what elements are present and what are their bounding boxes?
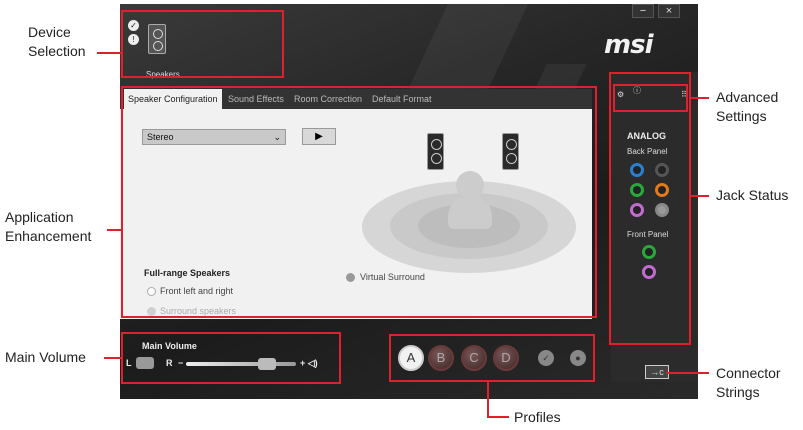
advanced-settings-leader	[691, 97, 709, 99]
jack-status-leader	[691, 195, 709, 197]
advanced-settings-callout: Advanced Settings	[716, 89, 779, 124]
profiles-leader-vertical	[487, 382, 489, 418]
jack-status-highlight	[609, 72, 691, 345]
main-volume-highlight	[121, 332, 341, 384]
application-enhancement-highlight	[121, 86, 597, 318]
main-volume-leader	[104, 357, 121, 359]
device-selection-highlight	[121, 10, 284, 78]
connector-strings-leader	[666, 372, 709, 374]
device-selection-leader	[97, 52, 121, 54]
connector-strings-callout: Connector Strings	[716, 365, 781, 400]
main-volume-callout: Main Volume	[5, 349, 86, 365]
minimize-button[interactable]: −	[632, 4, 654, 18]
close-button[interactable]: ×	[658, 4, 680, 18]
profiles-callout: Profiles	[514, 409, 561, 425]
profiles-highlight	[389, 334, 595, 382]
device-selection-callout: Device Selection	[28, 24, 86, 59]
advanced-settings-highlight	[613, 84, 688, 112]
jack-status-callout: Jack Status	[716, 187, 789, 203]
msi-logo: msi	[604, 30, 653, 60]
application-enhancement-callout: Application Enhancement	[5, 209, 92, 244]
application-enhancement-leader	[107, 229, 121, 231]
profiles-leader-horizontal	[487, 416, 509, 418]
